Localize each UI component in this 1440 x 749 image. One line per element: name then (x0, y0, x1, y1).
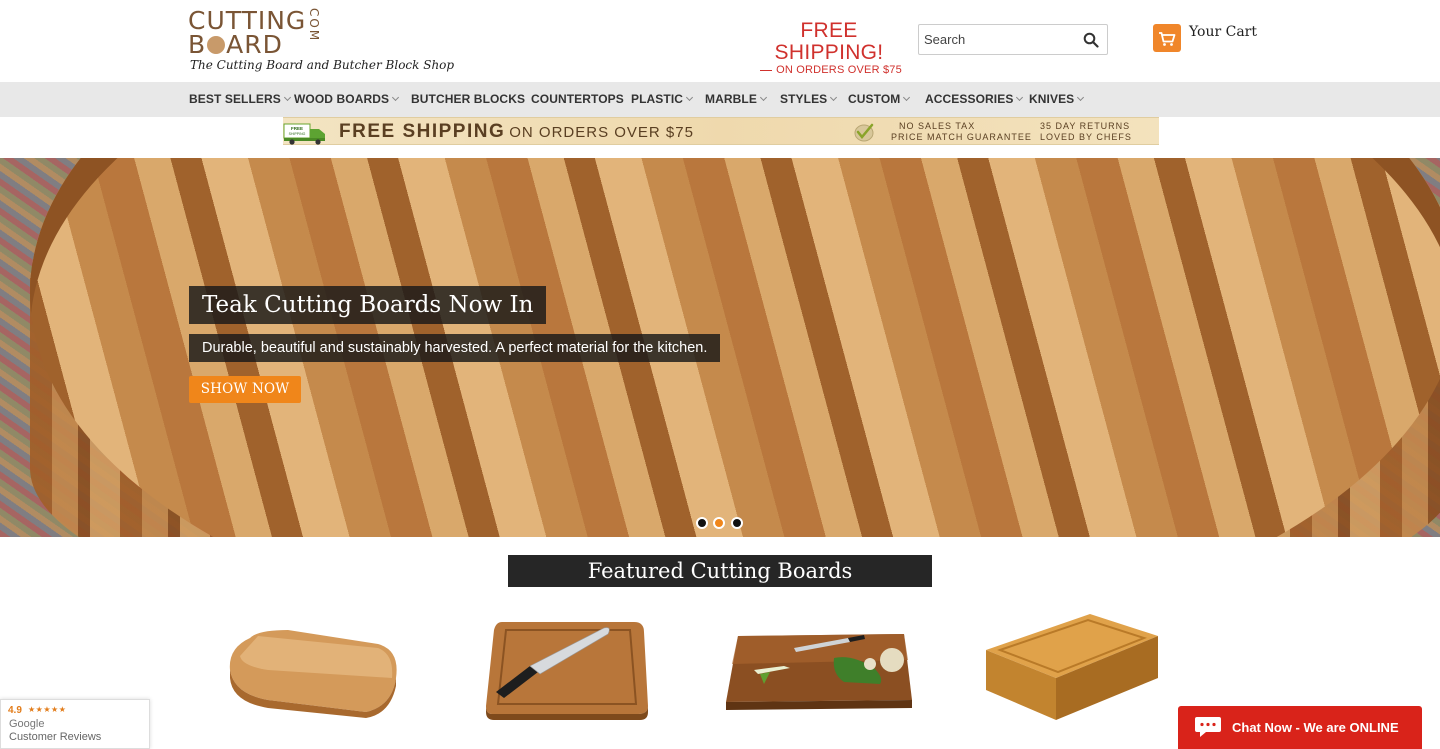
nav-item-wood-boards[interactable]: WOOD BOARDS (294, 92, 400, 106)
product-image-4 (986, 614, 1158, 720)
truck-icon: FREE SHIPPING (283, 123, 325, 145)
product-image-2 (486, 622, 648, 720)
promo-banner[interactable]: FREE SHIPPING FREE SHIPPING ON ORDERS OVE… (283, 117, 1159, 145)
cart-icon (1153, 24, 1181, 52)
chevron-down-icon (283, 93, 291, 102)
chat-now-button[interactable]: Chat Now - We are ONLINE (1178, 706, 1422, 749)
page: CUTTING B ARD COM The Cutting Board and B… (0, 0, 1440, 749)
truck-label-2: SHIPPING (289, 132, 306, 136)
product-card-4[interactable] (982, 608, 1160, 724)
slider-dot-3[interactable] (731, 517, 743, 529)
reviews-google-label: Google (9, 718, 45, 730)
truck-label-1: FREE (291, 126, 303, 131)
reviews-customer-label: Customer Reviews (9, 731, 102, 743)
site-header: CUTTING B ARD COM The Cutting Board and B… (0, 0, 1440, 82)
chevron-down-icon (392, 93, 400, 102)
hero-title: Teak Cutting Boards Now In (189, 286, 547, 324)
nav-item-marble[interactable]: MARBLE (705, 92, 767, 106)
promo-loved-by-chefs: LOVED BY CHEFS (1040, 132, 1132, 142)
reviews-rating: 4.9 (8, 705, 22, 716)
promo-main: FREE SHIPPING ON ORDERS OVER $75 (339, 121, 694, 142)
search-box (918, 24, 1108, 55)
chevron-down-icon (903, 93, 911, 102)
promo-no-sales-tax: NO SALES TAX (899, 121, 976, 131)
hero-shop-button[interactable]: SHOW NOW (189, 376, 301, 403)
chevron-down-icon (830, 93, 838, 102)
site-tagline: The Cutting Board and Butcher Block Shop (190, 58, 455, 72)
free-shipping-banner[interactable]: FREE SHIPPING! ON ORDERS OVER $75 (748, 20, 910, 90)
chevron-down-icon (686, 93, 694, 102)
nav-item-butcher-blocks[interactable]: BUTCHER BLOCKS (411, 92, 525, 106)
chat-label: Chat Now - We are ONLINE (1232, 720, 1399, 735)
search-icon[interactable] (1083, 32, 1099, 48)
check-icon (854, 123, 874, 142)
cart-label: Your Cart (1189, 24, 1257, 40)
logo-dot-icon (207, 36, 226, 54)
product-card-1[interactable] (228, 608, 400, 718)
nav-item-accessories[interactable]: ACCESSORIES (925, 92, 1024, 106)
logo-suffix: COM (307, 8, 321, 43)
google-reviews-badge[interactable]: 4.9 ★★★★★ Google Customer Reviews (0, 699, 150, 749)
slider-dot-2[interactable] (713, 517, 725, 529)
product-image-3 (726, 634, 912, 710)
nav-item-plastic[interactable]: PLASTIC (631, 92, 694, 106)
nav-item-styles[interactable]: STYLES (780, 92, 838, 106)
promo-guarantees: NO SALES TAX PRICE MATCH GUARANTEE (891, 121, 1032, 143)
nav-item-custom[interactable]: CUSTOM (848, 92, 911, 106)
chevron-down-icon (759, 93, 767, 102)
nav-item-best-sellers[interactable]: BEST SELLERS (189, 92, 291, 106)
promo-returns: 35 DAY RETURNS LOVED BY CHEFS (1040, 121, 1132, 143)
free-shipping-headline: FREE SHIPPING! (774, 19, 884, 64)
featured-title: Featured Cutting Boards (508, 555, 932, 587)
product-card-3[interactable] (724, 608, 914, 712)
chat-icon (1195, 717, 1221, 737)
nav-item-countertops[interactable]: COUNTERTOPS (531, 92, 624, 106)
site-logo[interactable]: CUTTING B ARD COM The Cutting Board and B… (188, 6, 454, 76)
promo-35-day-returns: 35 DAY RETURNS (1040, 121, 1131, 131)
nav-item-knives[interactable]: KNIVES (1029, 92, 1085, 106)
star-rating-icon: ★★★★★ (28, 705, 67, 714)
promo-price-match: PRICE MATCH GUARANTEE (891, 132, 1032, 142)
main-nav: BEST SELLERS WOOD BOARDS BUTCHER BLOCKS … (0, 82, 1440, 117)
search-input[interactable] (919, 25, 1079, 54)
hero-subtitle: Durable, beautiful and sustainably harve… (189, 334, 721, 362)
product-card-2[interactable] (484, 608, 650, 720)
chevron-down-icon (1016, 93, 1024, 102)
logo-line-2: B ARD (188, 30, 283, 59)
slider-dot-1[interactable] (696, 517, 708, 529)
product-image-1 (229, 630, 397, 718)
chevron-down-icon (1077, 93, 1085, 102)
